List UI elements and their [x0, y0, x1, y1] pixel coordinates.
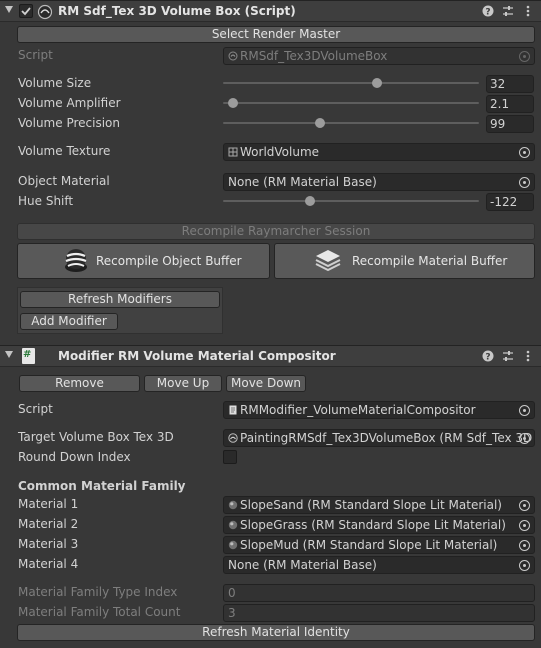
csharp-script-icon: # [22, 348, 35, 364]
recompile-material-buffer-label: Recompile Material Buffer [352, 254, 508, 268]
material-1-field[interactable]: SlopeSand (RM Standard Slope Lit Materia… [223, 496, 535, 514]
move-up-button[interactable]: Move Up [144, 375, 222, 392]
kebab-icon[interactable] [520, 3, 536, 19]
volume-texture-field[interactable]: WorldVolume [223, 143, 535, 161]
texture-icon [228, 147, 238, 157]
round-down-index-label: Round Down Index [18, 450, 131, 464]
material-family-type-index-field: 0 [223, 584, 535, 602]
kebab-icon[interactable] [520, 348, 536, 364]
script-object-icon [228, 433, 238, 443]
move-down-button[interactable]: Move Down [226, 375, 306, 392]
volume-amplifier-slider[interactable] [223, 97, 479, 109]
common-material-family-header: Common Material Family [18, 479, 186, 493]
target-volume-box-value: PaintingRMSdf_Tex3DVolumeBox (RM Sdf_Tex… [240, 431, 533, 445]
material-2-value: SlopeGrass (RM Standard Slope Lit Materi… [240, 518, 506, 532]
hue-shift-input[interactable]: -122 [486, 193, 534, 211]
add-modifier-button[interactable]: Add Modifier [20, 313, 118, 330]
volume-size-label: Volume Size [18, 76, 92, 90]
volume-amplifier-input[interactable]: 2.1 [486, 95, 534, 113]
slider-thumb[interactable] [228, 98, 239, 108]
material-3-label: Material 3 [18, 537, 79, 551]
modifiers-panel: Refresh Modifiers Add Modifier [17, 287, 223, 334]
slider-thumb[interactable] [371, 78, 382, 88]
material-3-value: SlopeMud (RM Standard Slope Lit Material… [240, 538, 498, 552]
object-material-label: Object Material [18, 174, 110, 188]
component-title: RM Sdf_Tex 3D Volume Box (Script) [58, 4, 296, 18]
component-title: Modifier RM Volume Material Compositor [58, 349, 336, 363]
material-1-value: SlopeSand (RM Standard Slope Lit Materia… [240, 498, 502, 512]
volume-size-slider[interactable] [223, 77, 479, 89]
volume-texture-label: Volume Texture [18, 144, 111, 158]
object-picker-icon [519, 51, 530, 62]
object-picker-icon[interactable] [519, 540, 530, 551]
script-icon [37, 4, 53, 20]
hue-shift-slider[interactable] [223, 195, 479, 207]
object-picker-icon[interactable] [519, 560, 530, 571]
foldout-arrow-icon[interactable] [5, 351, 13, 358]
script-field[interactable]: RMSdf_Tex3DVolumeBox [223, 47, 535, 65]
object-picker-icon[interactable] [519, 177, 530, 188]
volume-precision-input[interactable]: 99 [486, 115, 534, 133]
svg-text:?: ? [485, 353, 490, 363]
material-1-label: Material 1 [18, 497, 79, 511]
sliders-icon[interactable] [500, 348, 516, 364]
script-file-icon [229, 405, 237, 415]
object-picker-icon[interactable] [519, 520, 530, 531]
target-volume-box-field[interactable]: PaintingRMSdf_Tex3DVolumeBox (RM Sdf_Tex… [223, 429, 535, 447]
script-label: Script [18, 48, 53, 62]
volume-texture-value: WorldVolume [240, 145, 320, 159]
volume-precision-label: Volume Precision [18, 116, 120, 130]
material-family-type-index-label: Material Family Type Index [18, 585, 178, 599]
object-picker-icon[interactable] [519, 147, 530, 158]
recompile-session-button[interactable]: Recompile Raymarcher Session [17, 223, 535, 240]
material-icon [228, 520, 238, 530]
sphere-stack-icon [65, 249, 87, 272]
script-field[interactable]: RMModifier_VolumeMaterialCompositor [223, 401, 535, 419]
material-2-label: Material 2 [18, 517, 79, 531]
slider-thumb[interactable] [315, 118, 326, 128]
svg-text:?: ? [485, 8, 490, 18]
volume-size-input[interactable]: 32 [486, 75, 534, 93]
object-picker-icon[interactable] [519, 433, 530, 444]
material-2-field[interactable]: SlopeGrass (RM Standard Slope Lit Materi… [223, 516, 535, 534]
remove-button[interactable]: Remove [19, 375, 140, 392]
refresh-material-identity-button[interactable]: Refresh Material Identity [17, 624, 535, 641]
component-header-material-compositor[interactable]: # Modifier RM Volume Material Compositor… [0, 345, 541, 367]
material-3-field[interactable]: SlopeMud (RM Standard Slope Lit Material… [223, 536, 535, 554]
round-down-index-checkbox[interactable] [223, 450, 237, 464]
script-label: Script [18, 402, 53, 416]
question-icon[interactable]: ? [480, 348, 496, 364]
select-render-master-button[interactable]: Select Render Master [17, 26, 535, 43]
component-header-volume-box[interactable]: RM Sdf_Tex 3D Volume Box (Script) ? [0, 0, 541, 22]
recompile-material-buffer-button[interactable]: Recompile Material Buffer [274, 243, 535, 279]
question-icon[interactable]: ? [480, 3, 496, 19]
foldout-arrow-icon[interactable] [5, 6, 13, 13]
recompile-object-buffer-label: Recompile Object Buffer [96, 254, 242, 268]
material-4-label: Material 4 [18, 557, 79, 571]
refresh-modifiers-button[interactable]: Refresh Modifiers [20, 291, 220, 308]
object-picker-icon[interactable] [519, 500, 530, 511]
material-family-total-count-field: 3 [223, 604, 535, 622]
material-icon [228, 540, 238, 550]
sliders-icon[interactable] [500, 3, 516, 19]
object-material-value: None (RM Material Base) [228, 175, 377, 189]
material-icon [228, 500, 238, 510]
object-material-field[interactable]: None (RM Material Base) [223, 173, 535, 191]
script-value: RMModifier_VolumeMaterialCompositor [240, 403, 476, 417]
material-4-field[interactable]: None (RM Material Base) [223, 556, 535, 574]
script-value: RMSdf_Tex3DVolumeBox [240, 49, 388, 63]
volume-precision-slider[interactable] [223, 117, 479, 129]
material-family-total-count-label: Material Family Total Count [18, 605, 181, 619]
component-enabled-checkbox[interactable] [19, 4, 33, 18]
target-volume-box-label: Target Volume Box Tex 3D [18, 430, 174, 444]
volume-amplifier-label: Volume Amplifier [18, 96, 121, 110]
script-file-icon [228, 51, 238, 61]
recompile-object-buffer-button[interactable]: Recompile Object Buffer [17, 243, 270, 279]
slider-thumb[interactable] [305, 196, 316, 206]
hue-shift-label: Hue Shift [18, 194, 74, 208]
object-picker-icon[interactable] [519, 405, 530, 416]
layers-icon [315, 250, 341, 272]
material-4-value: None (RM Material Base) [228, 558, 377, 572]
